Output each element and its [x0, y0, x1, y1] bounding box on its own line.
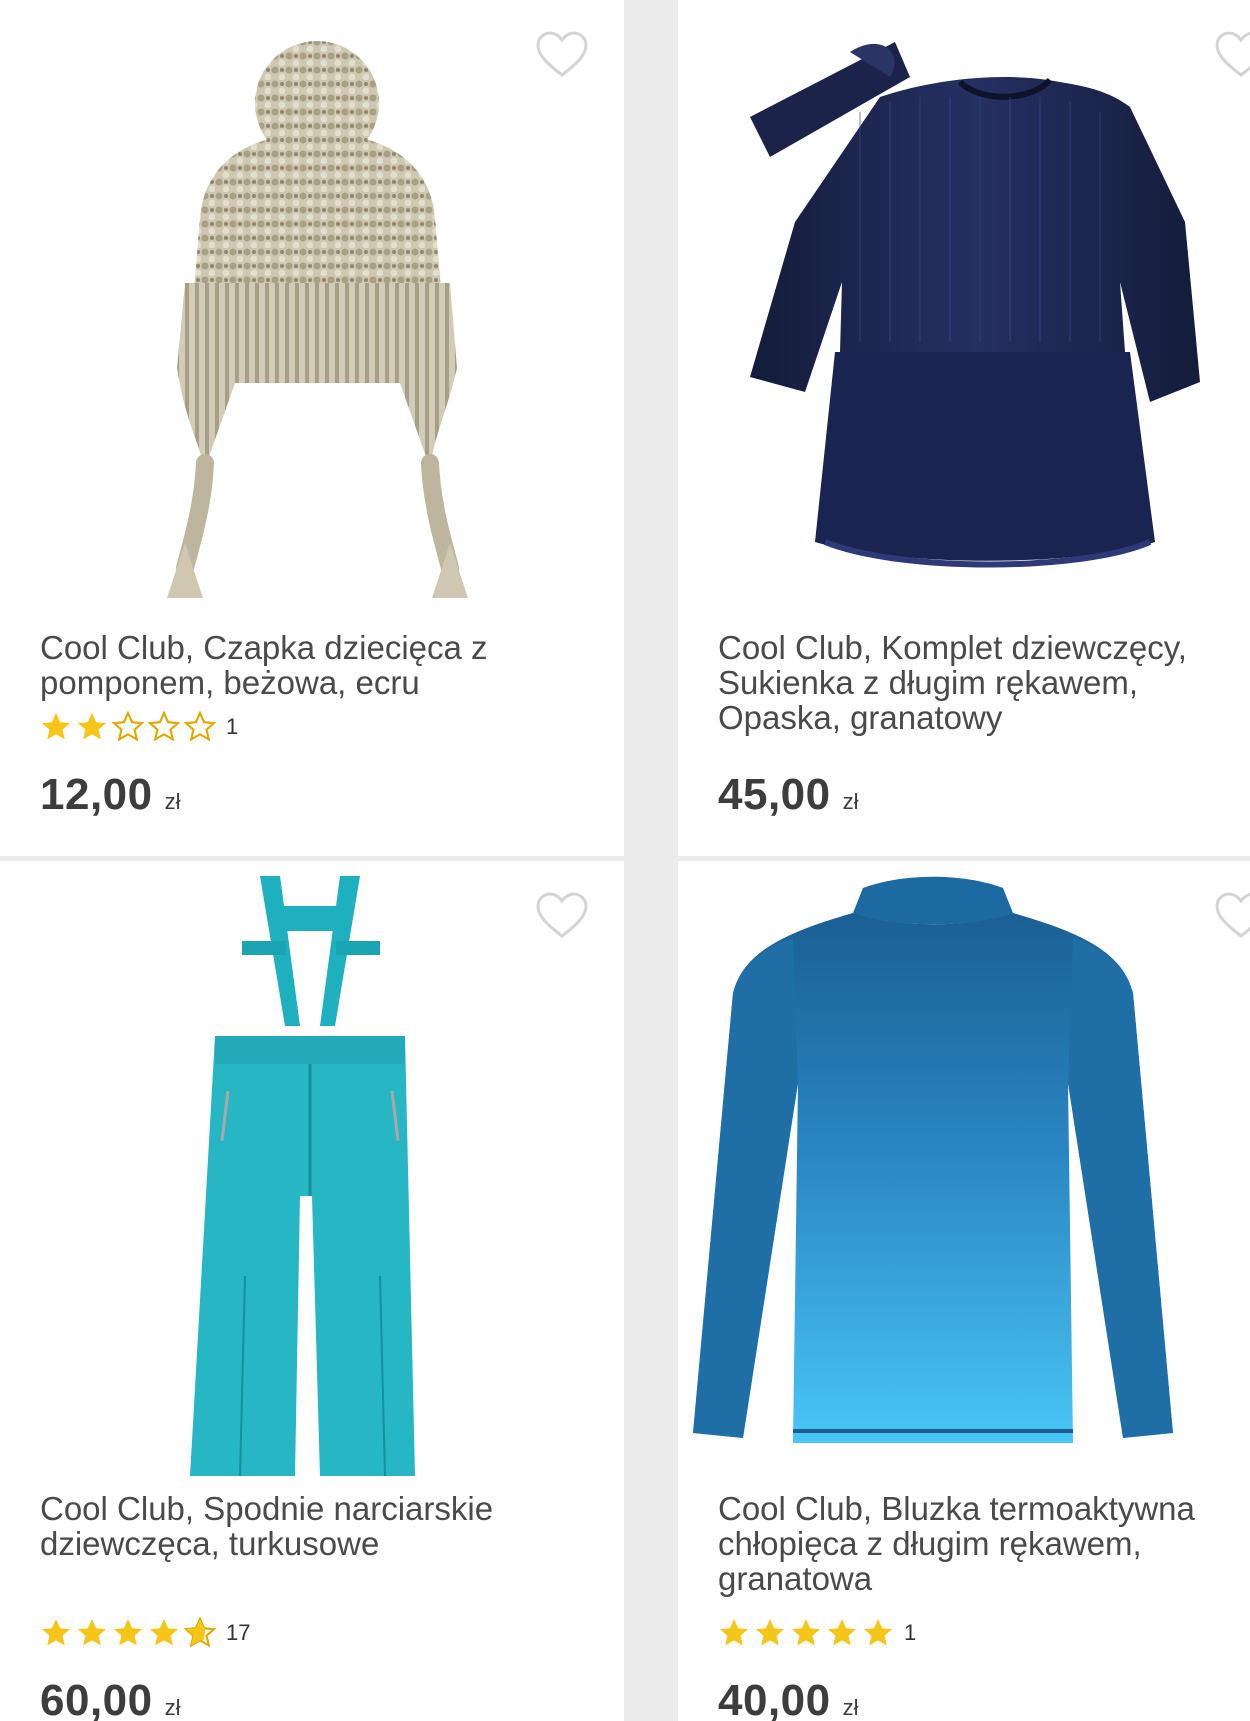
star-filled-icon: [150, 1619, 178, 1646]
star-filled-icon: [114, 1619, 142, 1646]
star-filled-icon: [756, 1619, 784, 1646]
star-filled-icon: [78, 1619, 106, 1646]
product-title[interactable]: Cool Club, Czapka dziecięca z pomponem, …: [40, 630, 580, 700]
knit-hat-image: [167, 41, 468, 598]
star-filled-icon: [720, 1619, 748, 1646]
thermal-shirt-image: [693, 876, 1173, 1443]
product-card[interactable]: Cool Club, Bluzka termoaktywna chłopięca…: [678, 861, 1250, 1721]
star-half-icon: [184, 1617, 216, 1648]
review-count: 17: [226, 1620, 251, 1645]
product-title[interactable]: Cool Club, Spodnie narciarskie dziewczęc…: [40, 1491, 580, 1561]
product-title[interactable]: Cool Club, Bluzka termoaktywna chłopięca…: [718, 1491, 1238, 1596]
star-filled-icon: [864, 1619, 892, 1646]
rating: 1: [718, 1616, 916, 1650]
star-filled-icon: [42, 1619, 70, 1646]
star-empty-icon: [112, 711, 144, 742]
star-empty-icon: [148, 711, 180, 742]
price: 40,00 zł: [718, 1676, 859, 1721]
star-empty-icon: [184, 711, 216, 742]
star-filled-icon: [828, 1619, 856, 1646]
heart-icon[interactable]: [535, 891, 589, 941]
heart-icon[interactable]: [1214, 891, 1250, 941]
price-currency: zł: [164, 1695, 181, 1720]
price-amount: 40,00: [718, 1676, 831, 1721]
star-filled-icon: [42, 713, 70, 740]
price-amount: 45,00: [718, 770, 831, 819]
product-title[interactable]: Cool Club, Komplet dziewczęcy, Sukienka …: [718, 630, 1238, 735]
product-card[interactable]: Cool Club, Spodnie narciarskie dziewczęc…: [0, 861, 624, 1721]
price-amount: 60,00: [40, 1676, 153, 1721]
rating: 17: [40, 1616, 250, 1650]
price-amount: 12,00: [40, 770, 153, 819]
price: 12,00 zł: [40, 770, 181, 820]
star-filled-icon: [792, 1619, 820, 1646]
star-filled-icon: [78, 713, 106, 740]
product-card[interactable]: Cool Club, Komplet dziewczęcy, Sukienka …: [678, 0, 1250, 856]
price: 45,00 zł: [718, 770, 859, 820]
rating: 1: [40, 710, 238, 744]
price-currency: zł: [164, 789, 181, 814]
price-currency: zł: [842, 789, 859, 814]
review-count: 1: [904, 1620, 917, 1645]
ski-pants-image: [190, 876, 415, 1476]
price-currency: zł: [842, 1695, 859, 1720]
product-card[interactable]: Cool Club, Czapka dziecięca z pomponem, …: [0, 0, 624, 856]
dress-image: [750, 42, 1200, 568]
price: 60,00 zł: [40, 1676, 181, 1721]
review-count: 1: [226, 714, 239, 739]
heart-icon[interactable]: [535, 30, 589, 80]
